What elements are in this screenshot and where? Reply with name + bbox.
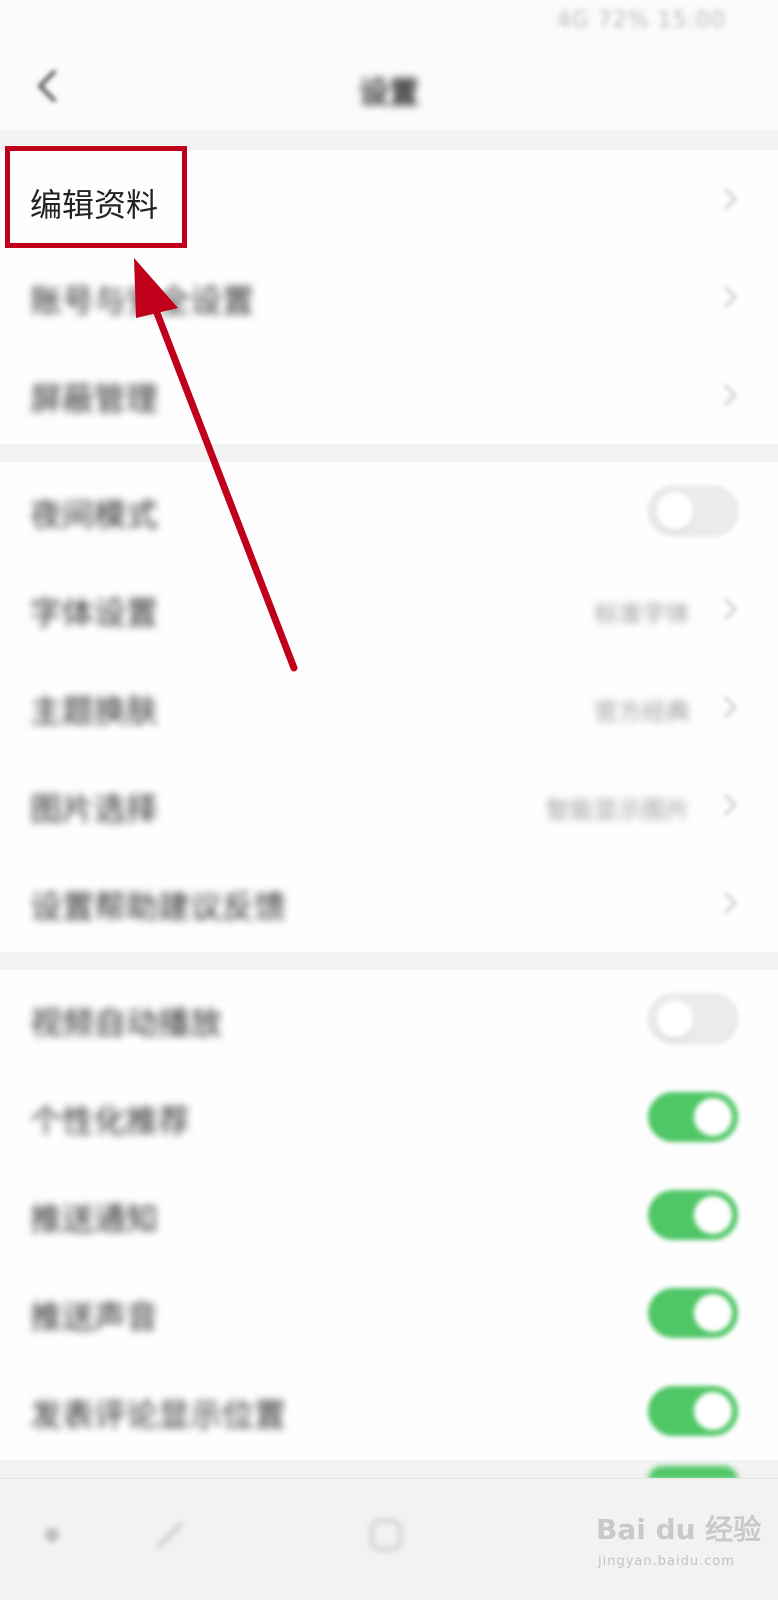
settings-row-label: 发表评论显示位置	[30, 1396, 287, 1434]
settings-row-account-security[interactable]: 账号与安全设置	[0, 248, 778, 346]
settings-row-label: 字体设置	[30, 594, 159, 632]
settings-row-label: 个性化推荐	[30, 1102, 191, 1140]
personalized-toggle[interactable]	[648, 1092, 738, 1142]
settings-row-label: 设置帮助建议反馈	[30, 888, 287, 926]
settings-row-comment-location[interactable]: 发表评论显示位置	[0, 1362, 778, 1460]
settings-row-label: 图片选择	[30, 790, 159, 828]
home-icon[interactable]	[32, 1515, 72, 1555]
chevron-right-icon	[724, 892, 737, 914]
settings-row-images[interactable]: 图片选择 智能显示图片	[0, 756, 778, 854]
chevron-right-icon	[724, 598, 737, 620]
night-mode-toggle[interactable]	[648, 486, 738, 536]
autoplay-toggle[interactable]	[648, 994, 738, 1044]
settings-row-feedback[interactable]: 设置帮助建议反馈	[0, 854, 778, 952]
settings-row-push-sound[interactable]: 推送声音	[0, 1264, 778, 1362]
watermark-main-text: Bai du 经验	[596, 1513, 762, 1546]
settings-row-label: 推送通知	[30, 1200, 159, 1238]
settings-group-notifications: 视频自动播放 个性化推荐 推送通知 推送声音 发表评论显示位置	[0, 970, 778, 1460]
settings-screen: 4G 72% 15:00 设置 编辑资料 账号与安全设置 屏蔽管理 夜间模式 字…	[0, 0, 778, 1600]
settings-group-display: 夜间模式 字体设置 标准字体 主题换肤 官方经典 图片选择 智能显示图片 设置帮…	[0, 462, 778, 952]
settings-row-label: 夜间模式	[30, 496, 159, 534]
discover-icon[interactable]	[366, 1515, 406, 1555]
settings-row-label: 账号与安全设置	[30, 282, 255, 320]
chevron-right-icon	[724, 188, 737, 210]
settings-row-value: 官方经典	[594, 698, 690, 726]
settings-row-theme[interactable]: 主题换肤 官方经典	[0, 658, 778, 756]
baidu-watermark: Bai du 经验 jingyan.baidu.com	[596, 1500, 766, 1584]
push-sound-toggle[interactable]	[648, 1288, 738, 1338]
settings-row-push[interactable]: 推送通知	[0, 1166, 778, 1264]
highlight-box	[5, 146, 187, 248]
edit-icon[interactable]	[150, 1515, 190, 1555]
settings-row-value: 标准字体	[594, 600, 690, 628]
watermark-url: jingyan.baidu.com	[598, 1554, 735, 1569]
status-bar: 4G 72% 15:00	[0, 0, 778, 44]
page-title: 设置	[359, 76, 419, 111]
settings-row-label: 屏蔽管理	[30, 380, 159, 418]
chevron-right-icon	[724, 286, 737, 308]
chevron-right-icon	[724, 696, 737, 718]
settings-row-night-mode[interactable]: 夜间模式	[0, 462, 778, 560]
settings-row-label: 主题换肤	[30, 692, 159, 730]
settings-row-font[interactable]: 字体设置 标准字体	[0, 560, 778, 658]
settings-row-personalized[interactable]: 个性化推荐	[0, 1068, 778, 1166]
status-text: 4G 72% 15:00	[556, 8, 726, 33]
comment-location-toggle[interactable]	[648, 1386, 738, 1436]
chevron-right-icon	[724, 384, 737, 406]
push-toggle[interactable]	[648, 1190, 738, 1240]
settings-row-autoplay[interactable]: 视频自动播放	[0, 970, 778, 1068]
chevron-right-icon	[724, 794, 737, 816]
top-bar: 设置	[0, 44, 778, 130]
settings-row-label: 视频自动播放	[30, 1004, 223, 1042]
settings-row-value: 智能显示图片	[546, 796, 690, 824]
settings-row-label: 推送声音	[30, 1298, 159, 1336]
settings-row-block-management[interactable]: 屏蔽管理	[0, 346, 778, 444]
